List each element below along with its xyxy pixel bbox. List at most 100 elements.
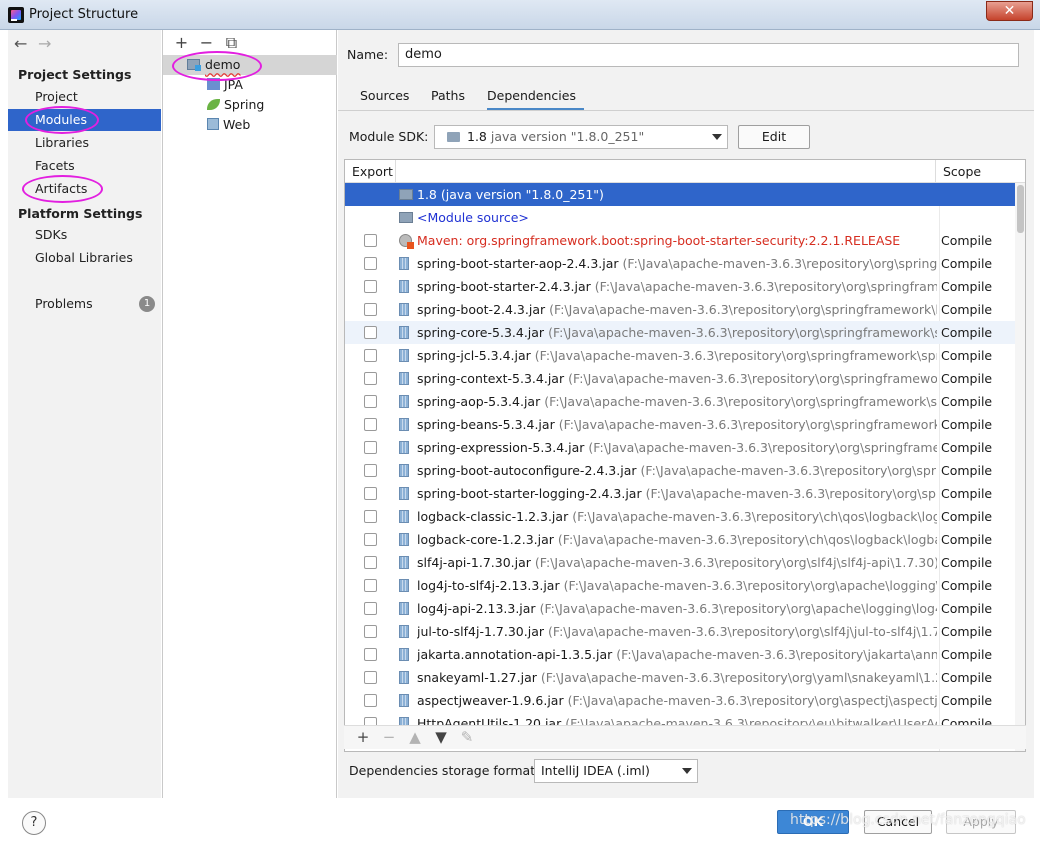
export-checkbox[interactable]	[364, 326, 377, 339]
table-row[interactable]: jakarta.annotation-api-1.3.5.jar (F:\Jav…	[345, 643, 1015, 666]
scope-dropdown[interactable]: Compile	[940, 367, 1015, 390]
scope-dropdown[interactable]: Compile	[940, 528, 1015, 551]
back-arrow-icon[interactable]: ←	[14, 34, 38, 53]
export-checkbox[interactable]	[364, 694, 377, 707]
table-row[interactable]: spring-boot-starter-2.4.3.jar (F:\Java\a…	[345, 275, 1015, 298]
table-row[interactable]: snakeyaml-1.27.jar (F:\Java\apache-maven…	[345, 666, 1015, 689]
nav-item-libraries[interactable]: Libraries	[8, 132, 161, 154]
scope-dropdown[interactable]: Compile	[940, 390, 1015, 413]
scope-dropdown[interactable]: Compile	[940, 689, 1015, 712]
scope-dropdown[interactable]: Compile	[940, 574, 1015, 597]
export-checkbox[interactable]	[364, 441, 377, 454]
scope-dropdown[interactable]: Compile	[940, 252, 1015, 275]
table-row[interactable]: jul-to-slf4j-1.7.30.jar (F:\Java\apache-…	[345, 620, 1015, 643]
table-row[interactable]: spring-boot-2.4.3.jar (F:\Java\apache-ma…	[345, 298, 1015, 321]
tree-item-spring[interactable]: Spring	[207, 95, 264, 115]
scope-dropdown[interactable]: Compile	[940, 413, 1015, 436]
export-checkbox[interactable]	[364, 395, 377, 408]
table-row[interactable]: log4j-to-slf4j-2.13.3.jar (F:\Java\apach…	[345, 574, 1015, 597]
copy-module-icon[interactable]: ⧉	[219, 33, 244, 53]
nav-item-problems[interactable]: Problems 1	[8, 293, 161, 315]
nav-item-global-libraries[interactable]: Global Libraries	[8, 247, 161, 269]
table-row-jdk[interactable]: 1.8 (java version "1.8.0_251")	[345, 183, 1015, 206]
export-checkbox[interactable]	[364, 372, 377, 385]
export-checkbox[interactable]	[364, 280, 377, 293]
dependency-jar-name: spring-boot-starter-aop-2.4.3.jar	[417, 256, 619, 271]
table-row[interactable]: spring-boot-starter-aop-2.4.3.jar (F:\Ja…	[345, 252, 1015, 275]
table-row[interactable]: logback-classic-1.2.3.jar (F:\Java\apach…	[345, 505, 1015, 528]
remove-dependency-icon[interactable]: −	[376, 726, 402, 748]
export-checkbox[interactable]	[364, 510, 377, 523]
table-row[interactable]: spring-context-5.3.4.jar (F:\Java\apache…	[345, 367, 1015, 390]
window-close-button[interactable]: ✕	[986, 1, 1033, 21]
export-checkbox[interactable]	[364, 602, 377, 615]
scope-dropdown[interactable]: Compile	[940, 620, 1015, 643]
scope-dropdown[interactable]: Compile	[940, 482, 1015, 505]
header-scope[interactable]: Scope	[943, 160, 981, 183]
table-row[interactable]: Maven: org.springframework.boot:spring-b…	[345, 229, 1015, 252]
export-checkbox[interactable]	[364, 464, 377, 477]
scope-dropdown[interactable]: Compile	[940, 436, 1015, 459]
header-export[interactable]: Export	[352, 160, 393, 183]
edit-dependency-icon[interactable]: ✎	[454, 726, 480, 748]
move-up-icon[interactable]: ▲	[402, 726, 428, 748]
export-checkbox[interactable]	[364, 487, 377, 500]
nav-item-facets[interactable]: Facets	[8, 155, 161, 177]
scope-dropdown[interactable]: Compile	[940, 344, 1015, 367]
scope-dropdown[interactable]: Compile	[940, 643, 1015, 666]
export-checkbox[interactable]	[364, 556, 377, 569]
module-sdk-dropdown[interactable]: 1.8 java version "1.8.0_251"	[434, 125, 728, 149]
table-row[interactable]: slf4j-api-1.7.30.jar (F:\Java\apache-mav…	[345, 551, 1015, 574]
table-row[interactable]: spring-expression-5.3.4.jar (F:\Java\apa…	[345, 436, 1015, 459]
storage-format-dropdown[interactable]: IntelliJ IDEA (.iml)	[534, 759, 698, 783]
export-checkbox[interactable]	[364, 257, 377, 270]
scope-dropdown[interactable]: Compile	[940, 597, 1015, 620]
export-checkbox[interactable]	[364, 625, 377, 638]
table-row[interactable]: spring-boot-starter-logging-2.4.3.jar (F…	[345, 482, 1015, 505]
tree-item-web[interactable]: Web	[207, 115, 250, 135]
scrollbar-thumb[interactable]	[1017, 185, 1024, 233]
move-down-icon[interactable]: ▼	[428, 726, 454, 748]
dependency-jar-name: spring-jcl-5.3.4.jar	[417, 348, 531, 363]
export-checkbox[interactable]	[364, 533, 377, 546]
scope-dropdown[interactable]: Compile	[940, 298, 1015, 321]
module-name-input[interactable]: demo	[398, 43, 1019, 67]
add-module-icon[interactable]: +	[169, 33, 194, 52]
add-dependency-icon[interactable]: +	[350, 726, 376, 748]
edit-sdk-button[interactable]: Edit	[738, 125, 810, 149]
remove-module-icon[interactable]: −	[194, 33, 219, 52]
scope-dropdown[interactable]: Compile	[940, 459, 1015, 482]
scope-dropdown[interactable]: Compile	[940, 321, 1015, 344]
export-checkbox[interactable]	[364, 671, 377, 684]
tab-sources[interactable]: Sources	[360, 87, 412, 111]
table-row[interactable]: spring-beans-5.3.4.jar (F:\Java\apache-m…	[345, 413, 1015, 436]
dependency-jar-name: spring-boot-starter-2.4.3.jar	[417, 279, 591, 294]
export-checkbox[interactable]	[364, 349, 377, 362]
export-checkbox[interactable]	[364, 579, 377, 592]
table-row[interactable]: log4j-api-2.13.3.jar (F:\Java\apache-mav…	[345, 597, 1015, 620]
table-row[interactable]: spring-boot-autoconfigure-2.4.3.jar (F:\…	[345, 459, 1015, 482]
scope-dropdown[interactable]: Compile	[940, 551, 1015, 574]
tab-dependencies[interactable]: Dependencies	[487, 87, 584, 111]
table-row[interactable]: logback-core-1.2.3.jar (F:\Java\apache-m…	[345, 528, 1015, 551]
export-checkbox[interactable]	[364, 234, 377, 247]
tab-paths[interactable]: Paths	[431, 87, 471, 111]
nav-item-project[interactable]: Project	[8, 86, 161, 108]
scope-dropdown[interactable]: Compile	[940, 275, 1015, 298]
table-row[interactable]: spring-jcl-5.3.4.jar (F:\Java\apache-mav…	[345, 344, 1015, 367]
help-button[interactable]: ?	[22, 811, 46, 835]
export-checkbox[interactable]	[364, 648, 377, 661]
scope-dropdown[interactable]: Compile	[940, 229, 1015, 252]
export-checkbox[interactable]	[364, 303, 377, 316]
table-row[interactable]: aspectjweaver-1.9.6.jar (F:\Java\apache-…	[345, 689, 1015, 712]
forward-arrow-icon[interactable]: →	[38, 34, 62, 53]
nav-item-sdks[interactable]: SDKs	[8, 224, 161, 246]
table-row[interactable]: spring-core-5.3.4.jar (F:\Java\apache-ma…	[345, 321, 1015, 344]
scope-dropdown[interactable]: Compile	[940, 505, 1015, 528]
table-row-module-source[interactable]: <Module source>	[345, 206, 1015, 229]
scope-dropdown[interactable]: Compile	[940, 666, 1015, 689]
table-row[interactable]: spring-aop-5.3.4.jar (F:\Java\apache-mav…	[345, 390, 1015, 413]
table-vertical-scrollbar[interactable]	[1015, 183, 1025, 751]
export-checkbox[interactable]	[364, 418, 377, 431]
scope-value: Compile	[941, 624, 993, 639]
